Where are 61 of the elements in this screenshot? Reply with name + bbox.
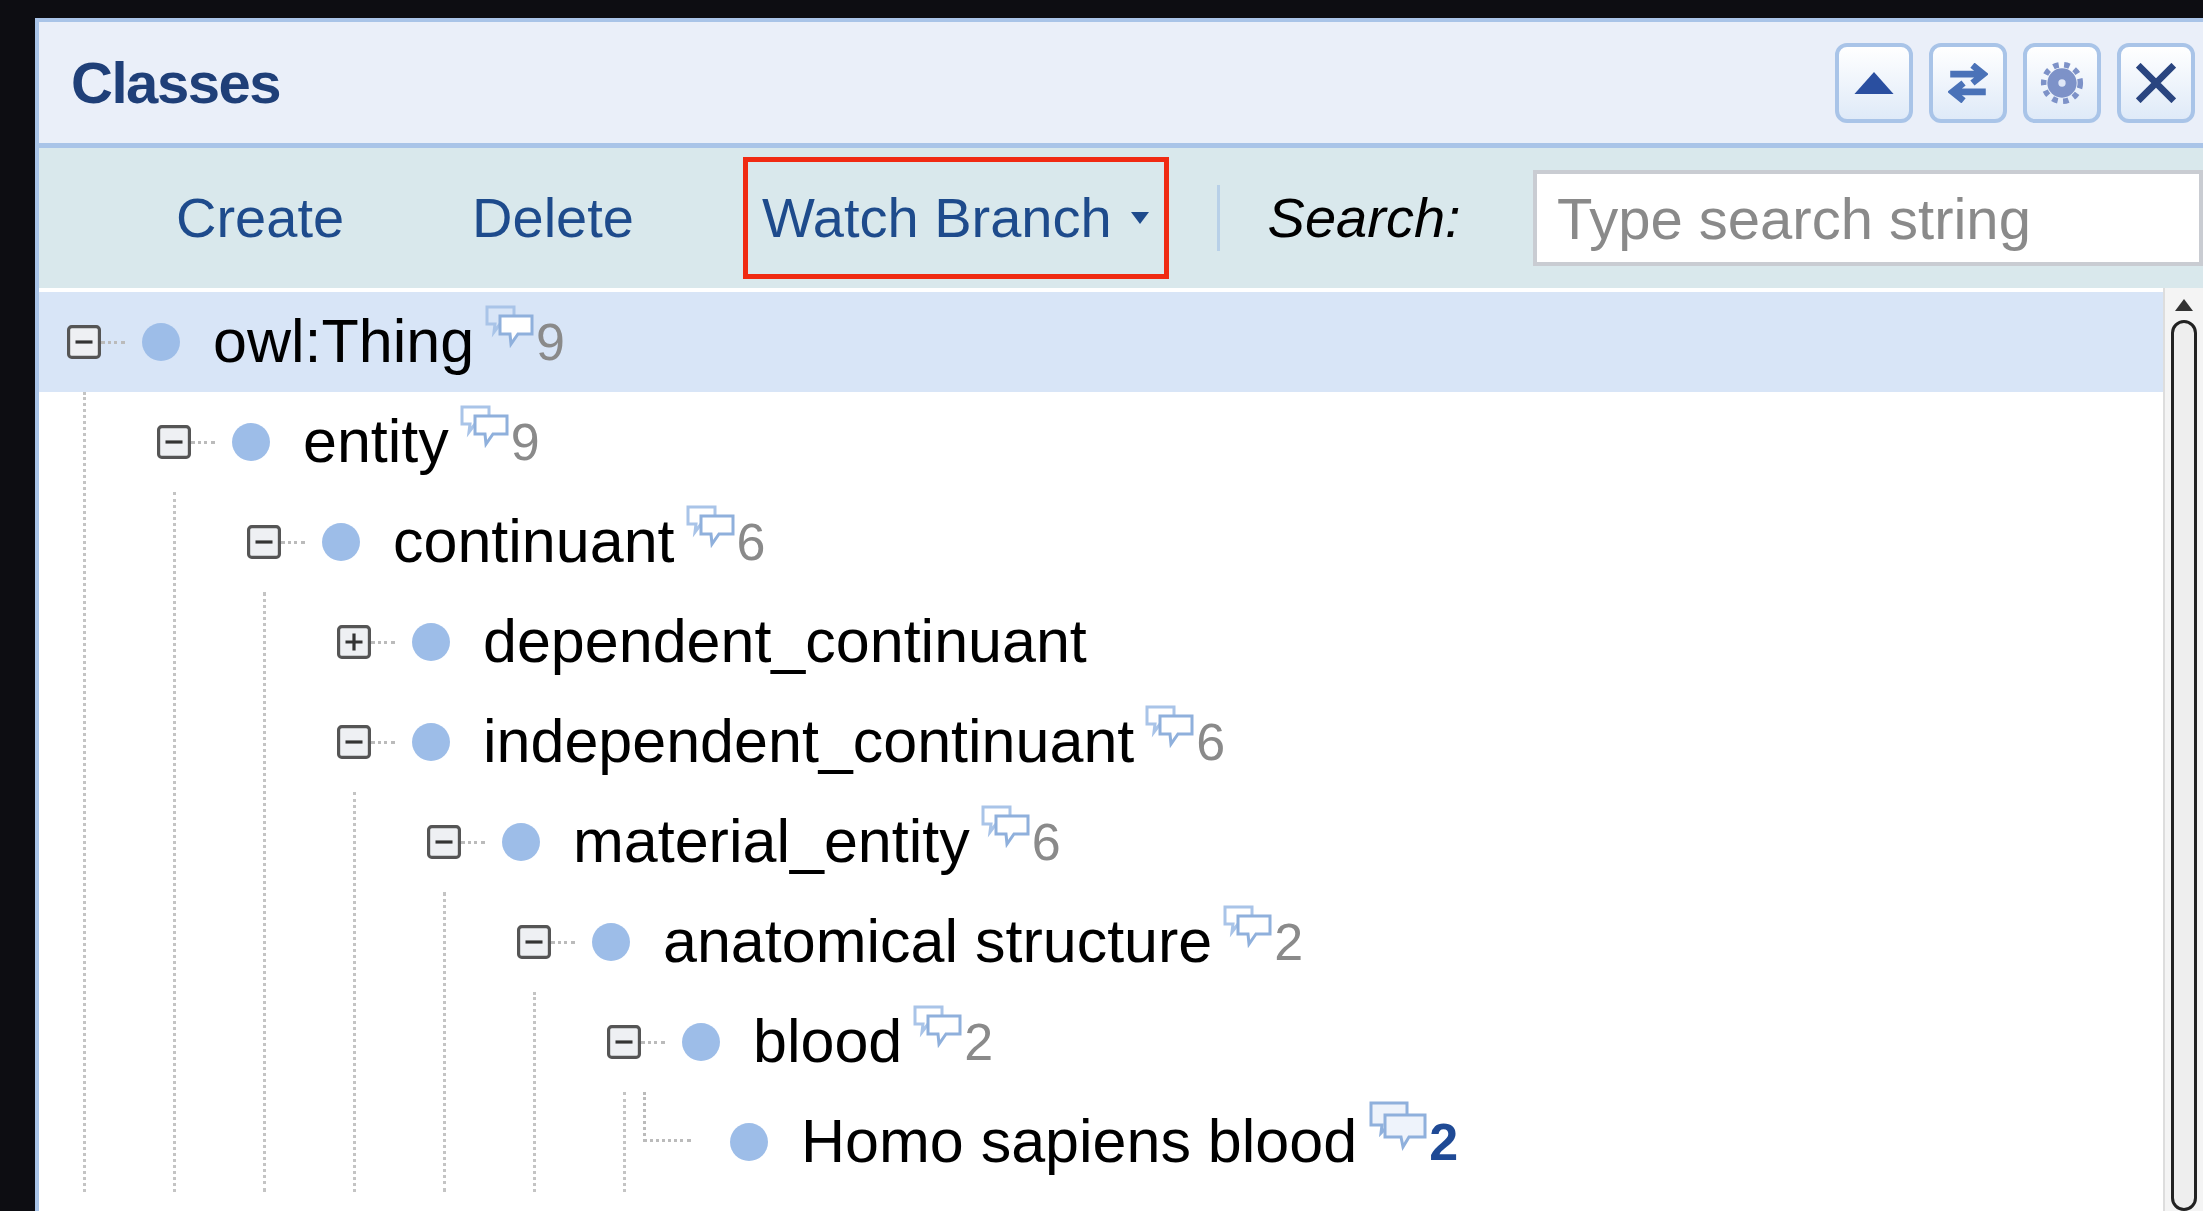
settings-icon (2040, 60, 2084, 105)
class-dot-icon (679, 1020, 723, 1064)
collapse-toggle-icon[interactable] (427, 825, 461, 859)
close-button[interactable] (2117, 42, 2195, 123)
collapse-up-button[interactable] (1835, 42, 1913, 123)
panel-title: Classes (71, 49, 281, 117)
class-dot-icon (409, 720, 453, 764)
tree-row[interactable]: material_entity 6 (427, 792, 2163, 892)
collapse-toggle-icon[interactable] (517, 925, 551, 959)
class-label: dependent_continuant (483, 606, 1087, 678)
comment-count: 6 (1196, 712, 1226, 773)
collapse-toggle-icon[interactable] (157, 425, 191, 459)
collapse-toggle-icon[interactable] (337, 725, 371, 759)
comment-count: 6 (736, 512, 766, 573)
class-dot-icon (589, 920, 633, 964)
collapse-toggle-icon[interactable] (67, 325, 101, 359)
comment-count: 9 (536, 312, 565, 373)
class-dot-icon (139, 320, 183, 364)
settings-button[interactable] (2023, 42, 2101, 123)
class-label: entity (303, 406, 449, 478)
class-label: Homo sapiens blood (801, 1106, 1358, 1178)
tree-row[interactable]: blood 2 (607, 992, 2163, 1092)
search-field[interactable]: Type search string (1533, 170, 2203, 266)
class-label: continuant (393, 506, 675, 578)
class-label: anatomical structure (663, 906, 1213, 978)
comment-count: 2 (1274, 912, 1304, 973)
expand-toggle-icon[interactable] (337, 625, 371, 659)
toolbar-button[interactable]: Create (157, 157, 364, 279)
scroll-up-arrow-icon[interactable] (2174, 298, 2194, 312)
scrollbar-thumb[interactable] (2171, 320, 2197, 1211)
swap-arrows-button[interactable] (1929, 42, 2007, 123)
class-dot-icon (727, 1120, 771, 1164)
class-label: independent_continuant (483, 706, 1135, 778)
tree-row[interactable]: anatomical structure 2 (517, 892, 2163, 992)
swap-arrows-icon (1948, 62, 1988, 103)
collapse-toggle-icon[interactable] (247, 525, 281, 559)
close-icon (2136, 62, 2176, 103)
class-label: blood (753, 1006, 903, 1078)
connector-line (643, 1092, 691, 1142)
tree-row[interactable]: Homo sapiens blood 2 (627, 1092, 2163, 1192)
class-label: owl:Thing (213, 306, 475, 378)
collapse-toggle-icon[interactable] (607, 1025, 641, 1059)
search-label: Search: (1267, 185, 1461, 251)
tree-row[interactable]: dependent_continuant (337, 592, 2163, 692)
tree-row[interactable]: owl:Thing 9 (39, 292, 2163, 392)
scrollbar[interactable] (2163, 288, 2203, 1211)
collapse-up-icon (1854, 71, 1894, 94)
class-dot-icon (409, 620, 453, 664)
class-label: material_entity (573, 806, 970, 878)
comment-count: 2 (1429, 1112, 1459, 1173)
comment-count: 2 (964, 1012, 994, 1073)
toolbar-button[interactable]: Delete (453, 157, 653, 279)
class-dot-icon (499, 820, 543, 864)
comment-count: 9 (510, 412, 540, 473)
tree-row[interactable]: independent_continuant 6 (337, 692, 2163, 792)
comment-count: 6 (1031, 812, 1061, 873)
class-dot-icon (319, 520, 363, 564)
tree-row[interactable]: entity 9 (157, 392, 2163, 492)
tree-row[interactable]: continuant 6 (247, 492, 2163, 592)
class-dot-icon (229, 420, 273, 464)
toolbar-button[interactable]: Watch Branch (742, 157, 1169, 279)
